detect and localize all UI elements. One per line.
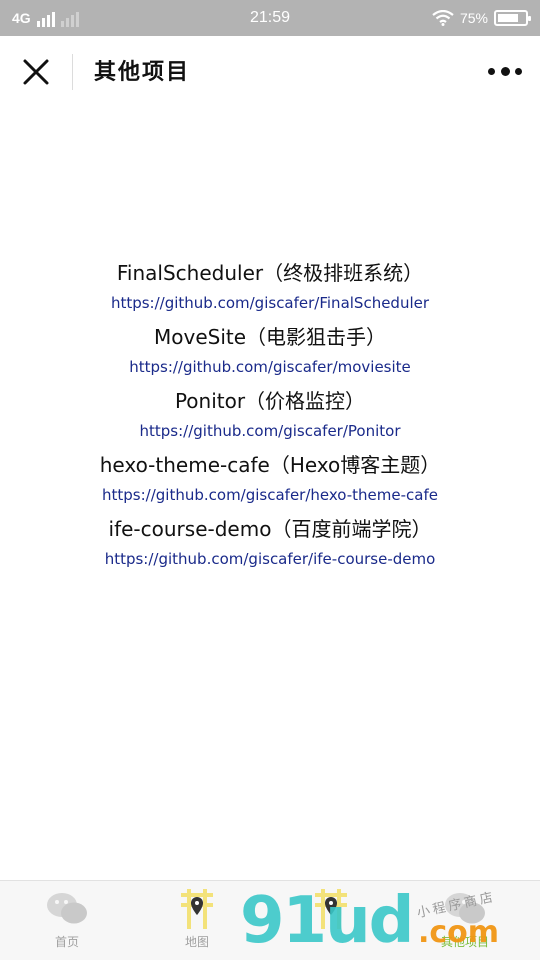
tab-label: 其他项目 (440, 935, 489, 949)
project-title: Ponitor（价格监控） (174, 389, 366, 413)
battery-icon (494, 10, 531, 26)
project-link[interactable]: https://github.com/giscafer/hexo-theme-c… (0, 482, 540, 510)
project-link[interactable]: https://github.com/giscafer/FinalSchedul… (0, 290, 540, 318)
tab-map[interactable]: 地图 (152, 889, 242, 951)
tab-label: 首页 (54, 935, 79, 949)
chat-bubbles-icon (445, 893, 485, 924)
project-link[interactable]: https://github.com/giscafer/ife-course-d… (0, 546, 540, 574)
close-button[interactable] (18, 54, 54, 90)
tab-label: 地图 (184, 935, 209, 949)
project-item: MoveSite（电影狙击手） https://github.com/gisca… (0, 322, 540, 382)
project-title: hexo-theme-cafe（Hexo博客主题） (99, 453, 441, 477)
tab-home[interactable]: 首页 (22, 889, 112, 951)
project-list: FinalScheduler（终极排班系统） https://github.co… (0, 258, 540, 578)
navigation-bar: 其他项目 (0, 36, 540, 108)
tab-bar: 首页 地图 其他项目 (0, 880, 540, 960)
project-item: hexo-theme-cafe（Hexo博客主题） https://github… (0, 450, 540, 510)
project-item: Ponitor（价格监控） https://github.com/giscafe… (0, 386, 540, 446)
project-title: MoveSite（电影狙击手） (153, 325, 387, 349)
project-link[interactable]: https://github.com/giscafer/moviesite (0, 354, 540, 382)
project-item: FinalScheduler（终极排班系统） https://github.co… (0, 258, 540, 318)
status-right: 75% (432, 8, 531, 28)
page-title: 其他项目 (94, 59, 191, 85)
wifi-icon (432, 10, 454, 26)
tab-other-projects[interactable]: 其他项目 (420, 889, 510, 951)
map-pin-icon (315, 889, 347, 929)
nav-divider (72, 54, 73, 90)
more-button[interactable] (488, 64, 522, 78)
battery-fill (498, 14, 518, 22)
project-title: FinalScheduler（终极排班系统） (116, 261, 424, 285)
tab-map-secondary[interactable] (286, 889, 376, 933)
project-title: ife-course-demo（百度前端学院） (108, 517, 432, 541)
map-pin-icon (181, 889, 213, 929)
chat-bubbles-icon (47, 893, 87, 924)
status-bar: 4G 21:59 75% (0, 0, 540, 36)
project-item: ife-course-demo（百度前端学院） https://github.c… (0, 514, 540, 574)
battery-percent: 75% (459, 10, 488, 26)
close-icon (23, 59, 49, 85)
project-link[interactable]: https://github.com/giscafer/Ponitor (0, 418, 540, 446)
more-dots-icon (488, 66, 522, 76)
